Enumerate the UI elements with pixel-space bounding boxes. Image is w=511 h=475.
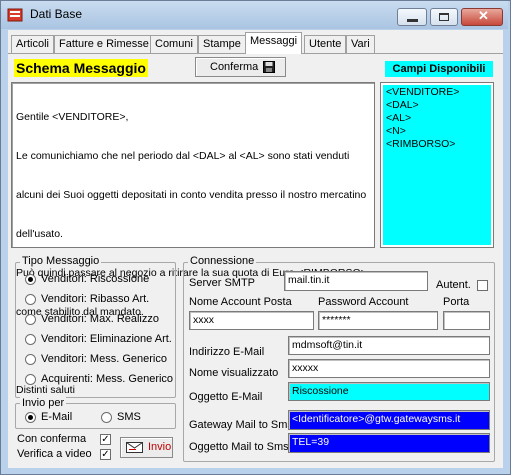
tab-stampe[interactable]: Stampe (198, 35, 246, 53)
maximize-button[interactable] (430, 8, 458, 26)
campo-item[interactable]: <N> (386, 125, 488, 138)
account-input[interactable]: xxxx (189, 311, 314, 330)
oggetto-email-input[interactable]: Riscossione (288, 382, 490, 401)
check-icon: ✓ (101, 434, 110, 445)
radio-eliminazione[interactable] (25, 334, 36, 345)
tab-messaggi[interactable]: Messaggi (245, 32, 303, 54)
radio-ribasso[interactable] (25, 294, 36, 305)
email-label: Indirizzo E-Mail (189, 346, 265, 358)
oggetto-sms-label: Oggetto Mail to Sms (189, 441, 289, 453)
maximize-icon (439, 13, 449, 21)
radio-max-realizzo[interactable] (25, 314, 36, 325)
campo-item[interactable]: <DAL> (386, 99, 488, 112)
tab-utente[interactable]: Utente (304, 35, 347, 53)
campi-title: Campi Disponibili (385, 61, 493, 77)
radio-label: Venditori: Eliminazione Art. (41, 333, 172, 345)
campi-list: <VENDITORE> <DAL> <AL> <N> <RIMBORSO> (380, 82, 494, 248)
campo-item[interactable]: <AL> (386, 112, 488, 125)
message-line: alcuni dei Suoi oggetti depositati in co… (16, 189, 367, 201)
campo-item[interactable]: <VENDITORE> (386, 86, 488, 99)
password-label: Password Account (318, 296, 409, 308)
invio-button[interactable]: Invio (120, 437, 173, 458)
radio-acquirenti-generico[interactable] (25, 374, 36, 385)
server-smtp-input[interactable]: mail.tin.it (284, 271, 428, 291)
save-icon (263, 61, 275, 73)
radio-sms[interactable] (101, 412, 112, 423)
message-line: dell'usato. (16, 228, 63, 240)
invio-per-label: Invio per (20, 397, 67, 409)
window-title: Dati Base (30, 7, 83, 21)
minimize-button[interactable] (397, 8, 427, 26)
gateway-input[interactable]: <Identificatore>@gtw.gatewaysms.it (288, 410, 490, 430)
campo-item[interactable]: <RIMBORSO> (386, 138, 488, 151)
connessione-label: Connessione (188, 255, 257, 267)
conferma-label: Conferma (210, 61, 259, 73)
close-icon: ✕ (478, 8, 489, 23)
invio-label: Invio (148, 441, 172, 453)
app-icon (7, 7, 23, 23)
radio-email[interactable] (25, 412, 36, 423)
radio-label: Acquirenti: Mess. Generico (41, 373, 174, 385)
check-icon: ✓ (101, 449, 110, 460)
nome-visualizzato-input[interactable]: xxxxx (288, 359, 490, 378)
schema-title: Schema Messaggio (14, 59, 148, 77)
conferma-button[interactable]: Conferma (195, 57, 286, 77)
autent-checkbox[interactable] (477, 280, 488, 291)
radio-label: Venditori: Riscossione (41, 273, 150, 285)
porta-input[interactable] (443, 311, 490, 330)
con-conferma-checkbox[interactable]: ✓ (100, 434, 111, 445)
con-conferma-label: Con conferma (17, 433, 87, 445)
close-button[interactable]: ✕ (461, 8, 503, 26)
message-line: Le comunichiamo che nel periodo dal <DAL… (16, 150, 350, 162)
tab-comuni[interactable]: Comuni (150, 35, 198, 53)
gateway-label: Gateway Mail to Sms (189, 419, 293, 431)
tab-vari[interactable]: Vari (346, 35, 375, 53)
radio-email-label: E-Mail (41, 411, 73, 423)
verifica-checkbox[interactable]: ✓ (100, 449, 111, 460)
minimize-icon (407, 19, 418, 22)
radio-venditori-generico[interactable] (25, 354, 36, 365)
oggetto-email-label: Oggetto E-Mail (189, 391, 263, 403)
radio-sms-label: SMS (117, 411, 141, 423)
email-input[interactable]: mdmsoft@tin.it (288, 336, 490, 355)
nome-visualizzato-label: Nome visualizzato (189, 367, 279, 379)
radio-label: Venditori: Max. Realizzo (41, 313, 159, 325)
password-input[interactable]: ******* (318, 311, 438, 330)
envelope-icon (126, 442, 143, 453)
radio-label: Venditori: Ribasso Art. (41, 293, 150, 305)
message-template-textarea[interactable]: Gentile <VENDITORE>, Le comunichiamo che… (11, 82, 375, 396)
tipo-messaggio-label: Tipo Messaggio (20, 255, 102, 267)
account-label: Nome Account Posta (189, 296, 292, 308)
oggetto-sms-input[interactable]: TEL=39 (288, 433, 490, 453)
message-line: Gentile <VENDITORE>, (16, 111, 129, 123)
server-smtp-label: Server SMTP (189, 277, 256, 289)
tab-fatture-rimesse[interactable]: Fatture e Rimesse (54, 35, 154, 53)
radio-label: Venditori: Mess. Generico (41, 353, 167, 365)
radio-riscossione[interactable] (25, 274, 36, 285)
tab-articoli[interactable]: Articoli (11, 35, 55, 53)
verifica-label: Verifica a video (17, 448, 92, 460)
autent-label: Autent. (436, 279, 471, 291)
porta-label: Porta (443, 296, 470, 308)
